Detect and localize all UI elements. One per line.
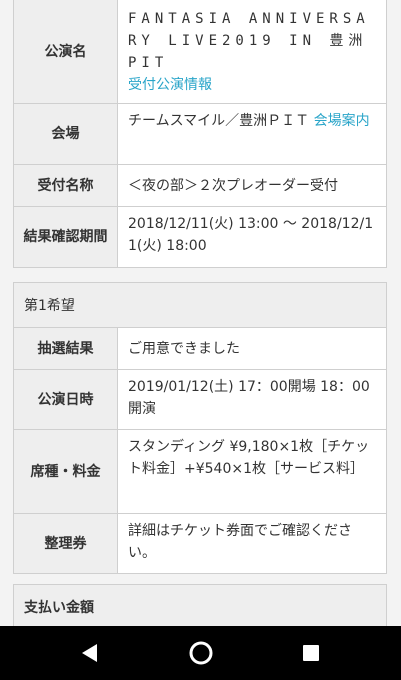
- android-nav-bar: [0, 626, 401, 680]
- row-performance-name: 公演名 FANTASIA ANNIVERSARY LIVE2019 IN 豊洲P…: [14, 0, 386, 103]
- row-lottery-result: 抽選結果 ご用意できました: [14, 327, 386, 369]
- label-lottery-result: 抽選結果: [14, 328, 118, 369]
- performance-datetime-value: 2019/01/12(土) 17：00開場 18：00開演: [118, 370, 386, 429]
- row-ticket-number: 整理券 詳細はチケット券面でご確認ください。: [14, 513, 386, 573]
- label-seat-price: 席種・料金: [14, 430, 118, 513]
- performance-info-link[interactable]: 受付公演情報: [128, 77, 212, 93]
- performance-name-value: FANTASIA ANNIVERSARY LIVE2019 IN 豊洲PIT: [128, 11, 370, 71]
- payment-header: 支払い金額: [14, 585, 386, 629]
- seat-price-value: スタンディング ¥9,180×1枚［チケット料金］+¥540×1枚［サービス料］: [118, 430, 386, 513]
- venue-value: チームスマイル／豊洲ＰＩＴ: [128, 113, 310, 129]
- venue-guide-link[interactable]: 会場案内: [314, 113, 370, 129]
- row-reception-name: 受付名称 ＜夜の部＞２次プレオーダー受付: [14, 164, 386, 206]
- label-performance-name: 公演名: [14, 0, 118, 103]
- recents-square-icon[interactable]: [296, 638, 326, 668]
- row-venue: 会場 チームスマイル／豊洲ＰＩＴ 会場案内: [14, 103, 386, 164]
- ticket-number-value: 詳細はチケット券面でご確認ください。: [118, 514, 386, 573]
- label-reception-name: 受付名称: [14, 165, 118, 206]
- result-period-value: 2018/12/11(火) 13:00 〜 2018/12/11(火) 18:0…: [118, 207, 386, 267]
- home-circle-icon[interactable]: [186, 638, 216, 668]
- reception-name-value: ＜夜の部＞２次プレオーダー受付: [118, 165, 386, 206]
- label-result-period: 結果確認期間: [14, 207, 118, 267]
- choice1-header: 第1希望: [14, 283, 386, 327]
- label-performance-datetime: 公演日時: [14, 370, 118, 429]
- row-seat-price: 席種・料金 スタンディング ¥9,180×1枚［チケット料金］+¥540×1枚［…: [14, 429, 386, 513]
- label-ticket-number: 整理券: [14, 514, 118, 573]
- row-result-period: 結果確認期間 2018/12/11(火) 13:00 〜 2018/12/11(…: [14, 206, 386, 267]
- row-performance-datetime: 公演日時 2019/01/12(土) 17：00開場 18：00開演: [14, 369, 386, 429]
- performance-info-table: 公演名 FANTASIA ANNIVERSARY LIVE2019 IN 豊洲P…: [13, 0, 387, 268]
- back-triangle-icon[interactable]: [74, 638, 104, 668]
- choice1-table: 第1希望 抽選結果 ご用意できました 公演日時 2019/01/12(土) 17…: [13, 282, 387, 574]
- lottery-result-value: ご用意できました: [118, 328, 386, 369]
- label-venue: 会場: [14, 104, 118, 164]
